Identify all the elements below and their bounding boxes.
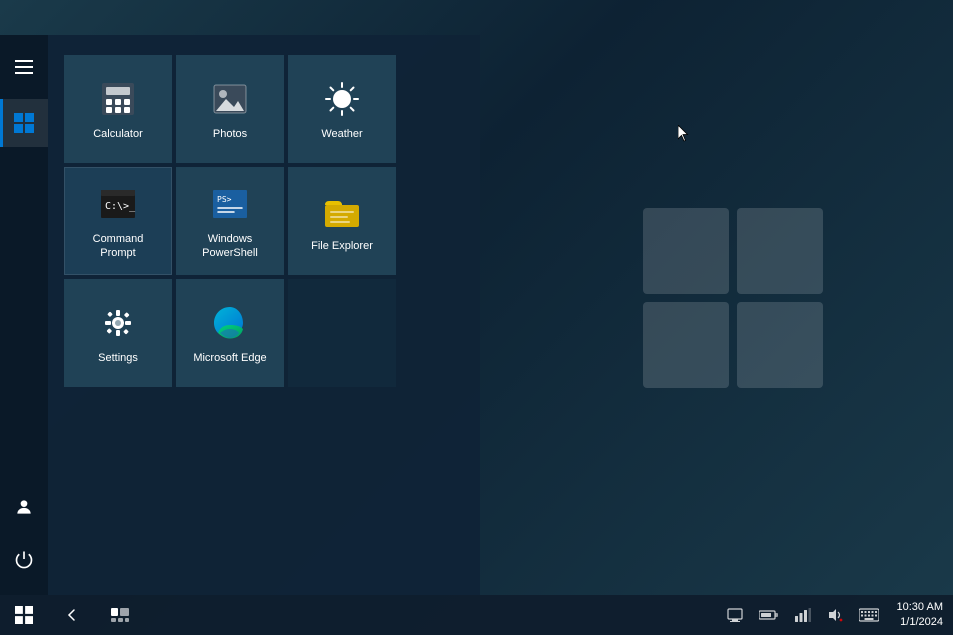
- battery-icon[interactable]: [751, 595, 787, 635]
- clock-date: 1/1/2024: [897, 615, 943, 630]
- start-menu: Calculator Photos: [0, 35, 480, 595]
- mouse-cursor: [678, 125, 690, 143]
- tile-calculator[interactable]: Calculator: [64, 55, 172, 163]
- system-tray-icon[interactable]: [719, 595, 751, 635]
- powershell-icon: PS>: [208, 182, 252, 226]
- tile-command-prompt-label: Command Prompt: [75, 232, 161, 261]
- tile-file-explorer[interactable]: File Explorer: [288, 167, 396, 275]
- tile-photos[interactable]: Photos: [176, 55, 284, 163]
- tile-powershell-label: Windows PowerShell: [186, 232, 274, 261]
- tile-empty[interactable]: [288, 279, 396, 387]
- tile-file-explorer-label: File Explorer: [311, 239, 373, 253]
- cmd-icon: C:\>_: [96, 182, 140, 226]
- file-explorer-icon: [320, 189, 364, 233]
- calculator-icon: [96, 77, 140, 121]
- tile-command-prompt[interactable]: C:\>_ Command Prompt: [64, 167, 172, 275]
- clock-time: 10:30 AM: [897, 600, 943, 615]
- tile-calculator-label: Calculator: [93, 127, 143, 141]
- start-button[interactable]: [0, 595, 48, 635]
- keyboard-icon[interactable]: [851, 595, 887, 635]
- edge-icon: [208, 301, 252, 345]
- tile-settings-label: Settings: [98, 351, 138, 365]
- tile-weather[interactable]: Weather: [288, 55, 396, 163]
- tile-powershell[interactable]: PS> Windows PowerShell: [176, 167, 284, 275]
- taskbar: 10:30 AM 1/1/2024: [0, 595, 953, 635]
- tile-edge-label: Microsoft Edge: [193, 351, 266, 365]
- windows-watermark: [633, 198, 833, 398]
- tile-photos-label: Photos: [213, 127, 247, 141]
- weather-icon: [320, 77, 364, 121]
- volume-icon[interactable]: [819, 595, 851, 635]
- settings-icon: [96, 301, 140, 345]
- tile-weather-label: Weather: [321, 127, 362, 141]
- start-sidebar: [0, 35, 48, 595]
- photos-icon: [208, 77, 252, 121]
- tile-settings[interactable]: Settings: [64, 279, 172, 387]
- tiles-grid: Calculator Photos: [64, 55, 464, 387]
- task-view-icon: [111, 608, 129, 622]
- sidebar-tiles-button[interactable]: [0, 99, 48, 147]
- svg-text:PS>: PS>: [217, 195, 232, 204]
- windows-logo-icon: [15, 606, 33, 624]
- network-icon[interactable]: [787, 595, 819, 635]
- system-clock[interactable]: 10:30 AM 1/1/2024: [887, 600, 953, 631]
- taskbar-right: 10:30 AM 1/1/2024: [719, 595, 953, 635]
- sidebar-power-button[interactable]: [0, 535, 48, 583]
- tile-microsoft-edge[interactable]: Microsoft Edge: [176, 279, 284, 387]
- sidebar-user-button[interactable]: [0, 483, 48, 531]
- task-view-button[interactable]: [96, 595, 144, 635]
- sidebar-hamburger-button[interactable]: [0, 43, 48, 91]
- back-icon: [64, 607, 80, 623]
- svg-text:C:\>_: C:\>_: [105, 201, 136, 212]
- start-main: Calculator Photos: [48, 35, 480, 595]
- back-button[interactable]: [48, 595, 96, 635]
